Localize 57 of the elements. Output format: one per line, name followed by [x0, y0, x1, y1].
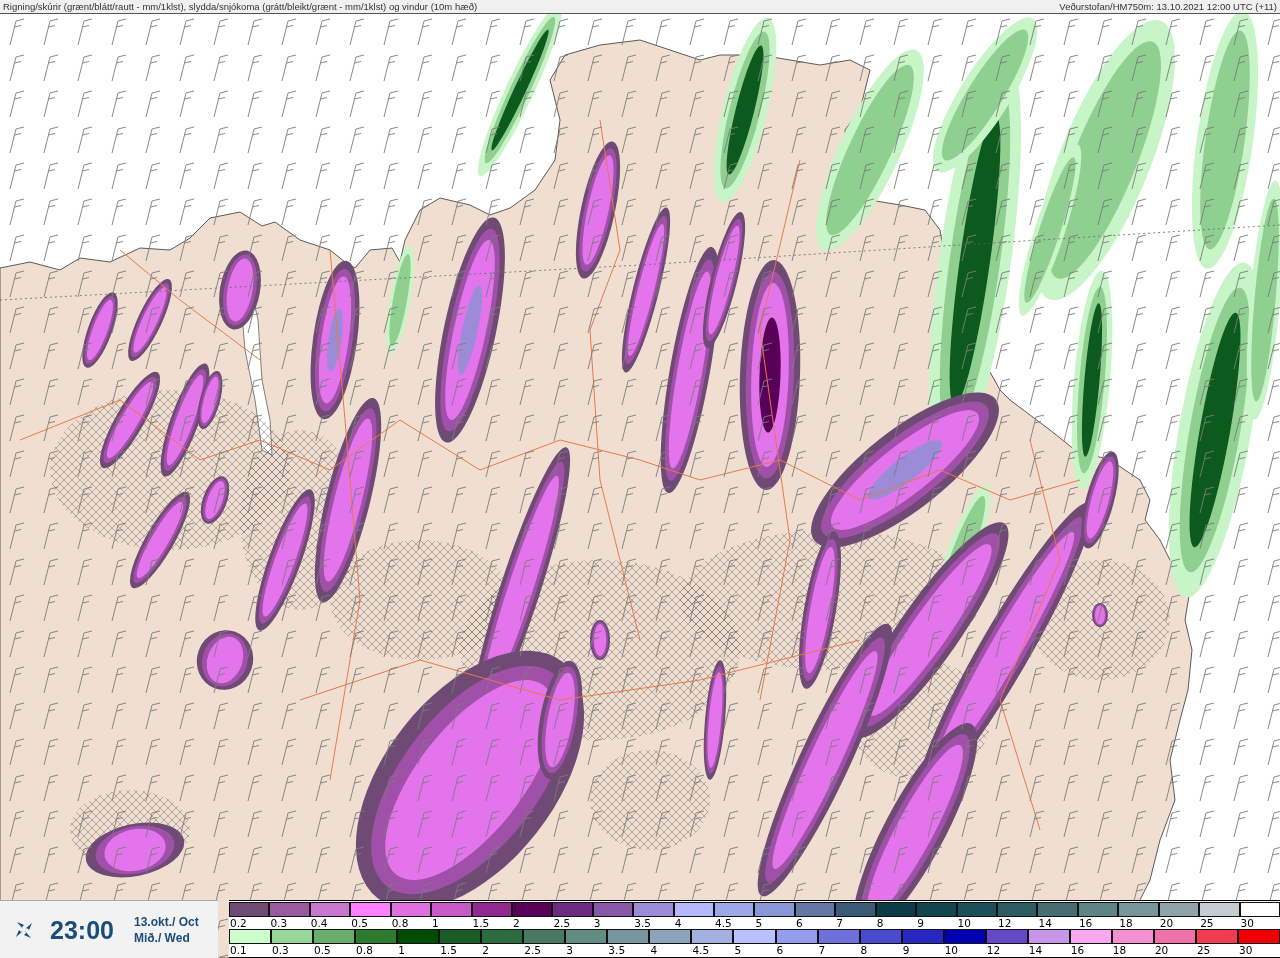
legend-value: 2.5 — [552, 917, 572, 929]
legend-value: 0.4 — [309, 917, 329, 929]
legend-value: 4.5 — [691, 944, 711, 956]
legend-value: 14 — [1037, 917, 1053, 929]
legend-value: 1.5 — [439, 944, 458, 956]
legend-value: 0.1 — [229, 944, 248, 956]
legend-value: 30 — [1237, 944, 1254, 956]
legend-value: 4 — [649, 944, 659, 956]
legend-value: 9 — [901, 944, 911, 956]
legend-value: 30 — [1239, 917, 1255, 929]
model-run-info: Veðurstofan/HM750m: 13.10.2021 12:00 UTC (+11) — [1059, 0, 1277, 13]
legend-value: 0.5 — [350, 917, 369, 929]
legend-value: 0.5 — [313, 944, 332, 956]
legend-value: 18 — [1111, 944, 1128, 956]
legend-value: 5 — [754, 917, 764, 929]
legend-value: 0.3 — [271, 944, 290, 956]
legend-value: 20 — [1153, 944, 1170, 956]
legend-value: 2 — [481, 944, 490, 956]
map-title: Rigning/skúrir (grænt/blátt/rautt - mm/1klst), slydda/snjókoma (grátt/bleikt/grænt - mm/1klst) og vindur (10m hæð) — [3, 0, 478, 13]
legend-value: 1 — [397, 944, 406, 956]
legend-value: 10 — [956, 917, 972, 929]
legend-value: 3 — [592, 917, 602, 929]
forecast-time: 23:00 — [50, 915, 114, 944]
legend-value: 18 — [1118, 917, 1134, 929]
legend-value: 14 — [1027, 944, 1044, 956]
pinwheel-icon — [14, 919, 34, 940]
legend-value: 1.5 — [471, 917, 491, 929]
legend-value: 16 — [1077, 917, 1094, 929]
legend-value: 9 — [916, 917, 925, 929]
legend-value: 25 — [1195, 944, 1212, 956]
legend-value: 12 — [997, 917, 1013, 929]
legend-value: 12 — [985, 944, 1002, 956]
legend-value: 4 — [673, 917, 683, 929]
legend-value: 3.5 — [607, 944, 627, 956]
legend-value: 0.8 — [355, 944, 374, 956]
legend-value: 0.8 — [390, 917, 410, 929]
legend-value: 8 — [875, 917, 885, 929]
legend-value: 4.5 — [714, 917, 733, 929]
forecast-weekday: Mið./ Wed — [133, 929, 191, 946]
legend-value: 16 — [1069, 944, 1086, 956]
legend-value: 10 — [943, 944, 960, 956]
legend-value: 3.5 — [633, 917, 652, 929]
legend-value: 6 — [794, 917, 804, 929]
legend-value: 7 — [817, 944, 827, 956]
legend-value: 7 — [835, 917, 845, 929]
legend-value: 3 — [565, 944, 574, 956]
forecast-date: 13.okt./ Oct — [133, 913, 199, 930]
legend-value: 6 — [775, 944, 785, 956]
legend-value: 0.2 — [229, 917, 248, 929]
legend-value: 2 — [511, 917, 521, 929]
legend-value: 2.5 — [523, 944, 542, 956]
legend-value: 1 — [431, 917, 440, 929]
legend-value: 20 — [1158, 917, 1175, 929]
legend-value: 0.3 — [269, 917, 289, 929]
legend-value: 5 — [733, 944, 743, 956]
legend-value: 25 — [1199, 917, 1215, 929]
legend-value: 8 — [859, 944, 869, 956]
